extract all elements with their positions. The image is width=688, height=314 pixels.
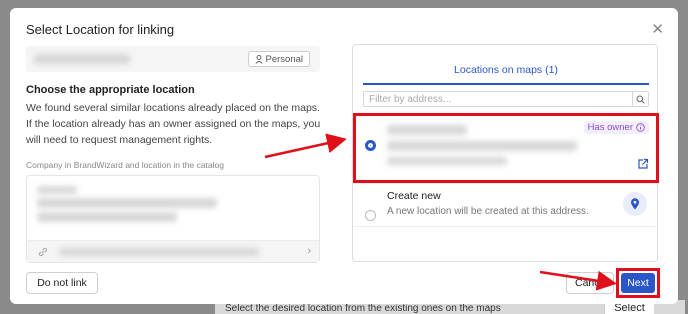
personal-label: Personal (265, 53, 304, 65)
close-icon[interactable]: ✕ (651, 20, 664, 38)
next-button[interactable]: Next (621, 273, 655, 293)
personal-badge: Personal (247, 51, 310, 67)
company-bar: Personal (26, 46, 320, 72)
catalog-card: › (26, 175, 320, 263)
user-icon (254, 54, 263, 64)
filter-input[interactable] (364, 92, 632, 106)
create-new-subtitle: A new location will be created at this a… (387, 206, 589, 217)
company-name-redacted (34, 54, 130, 64)
location-option-create-new[interactable]: Create new A new location will be create… (353, 183, 659, 227)
redacted-line (37, 186, 77, 194)
dialog-title: Select Location for linking (26, 22, 175, 37)
radio-unselected[interactable] (365, 210, 376, 221)
tab-locations-on-maps[interactable]: Locations on maps (1) (363, 55, 649, 85)
redacted-line (37, 212, 177, 222)
location-option-existing[interactable]: Has owner (353, 113, 659, 183)
next-highlight-box: Next (616, 268, 660, 298)
cancel-button[interactable]: Canc (566, 272, 614, 294)
redacted-link (59, 247, 259, 256)
highlight-box (353, 113, 659, 183)
catalog-link-row[interactable]: › (27, 240, 319, 262)
catalog-label: Company in BrandWizard and location in t… (26, 160, 224, 170)
search-icon[interactable] (632, 92, 648, 106)
map-pin-icon (623, 192, 647, 216)
redacted-line (37, 198, 217, 208)
filter-field (363, 91, 649, 107)
choose-description: We found several similar locations alrea… (26, 102, 321, 146)
chevron-right-icon: › (307, 245, 311, 257)
create-new-title: Create new (387, 190, 441, 202)
do-not-link-button[interactable]: Do not link (26, 272, 98, 294)
choose-heading: Choose the appropriate location (26, 84, 195, 96)
link-icon (38, 247, 48, 256)
backdrop-hint: Select the desired location from the exi… (225, 303, 501, 314)
locations-panel: Locations on maps (1) Has owner Create n… (352, 44, 659, 262)
link-location-dialog: Select Location for linking ✕ Personal C… (10, 8, 678, 304)
